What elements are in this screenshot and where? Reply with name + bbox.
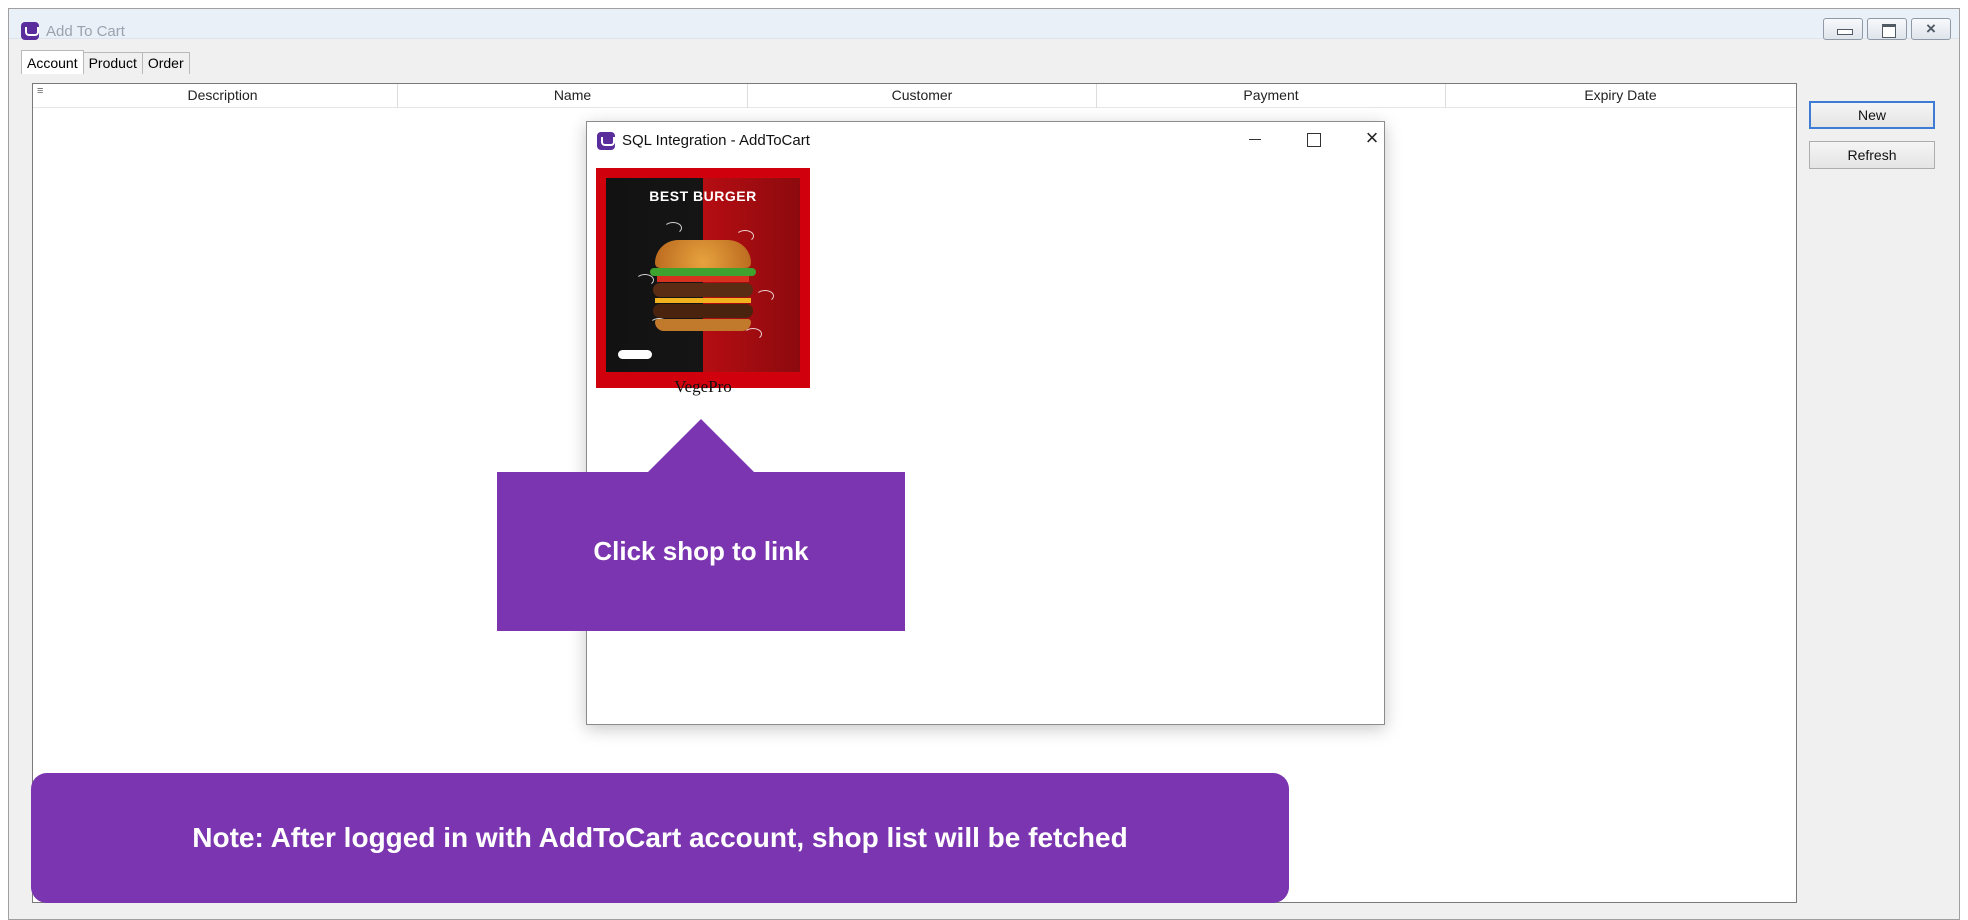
dialog-maximize-button[interactable] (1290, 126, 1336, 152)
grid-header: Description Name Customer Payment Expiry… (33, 84, 1796, 108)
minimize-button[interactable] (1823, 18, 1863, 40)
column-header-customer[interactable]: Customer (748, 84, 1097, 108)
shop-tile[interactable]: BEST BURGER (596, 168, 810, 388)
column-chooser-icon[interactable] (33, 84, 48, 108)
decor-arrow (636, 274, 654, 286)
window-controls: × (1823, 18, 1951, 40)
close-button[interactable]: × (1911, 18, 1951, 40)
top-strip (0, 0, 1968, 8)
callout-arrow (647, 419, 755, 473)
decor-arrow (756, 290, 774, 302)
callout-box: Click shop to link (497, 472, 905, 631)
tab-order[interactable]: Order (141, 52, 190, 74)
refresh-button[interactable]: Refresh (1809, 141, 1935, 169)
maximize-button[interactable] (1867, 18, 1907, 40)
window-title: Add To Cart (46, 23, 125, 40)
column-header-name[interactable]: Name (398, 84, 748, 108)
callout-text: Click shop to link (593, 536, 809, 566)
tab-product[interactable]: Product (82, 52, 143, 74)
shop-image[interactable]: BEST BURGER (606, 178, 800, 372)
column-header-expiry-date[interactable]: Expiry Date (1446, 84, 1795, 108)
column-header-description[interactable]: Description (48, 84, 398, 108)
burger-illustration (650, 240, 756, 331)
column-header-payment[interactable]: Payment (1097, 84, 1446, 108)
minimize-icon (1824, 19, 1862, 39)
decor-arrow (664, 222, 682, 234)
title-bar: Add To Cart × (9, 9, 1959, 40)
shop-now-pill (618, 350, 652, 359)
tab-strip: Account Product Order (21, 50, 190, 74)
dialog-title-bar: SQL Integration - AddToCart × (587, 122, 1384, 156)
note-banner: Note: After logged in with AddToCart acc… (31, 773, 1289, 903)
shop-image-title: BEST BURGER (649, 188, 757, 204)
close-icon: × (1926, 19, 1936, 38)
app-icon (21, 22, 39, 40)
tab-account[interactable]: Account (21, 50, 84, 74)
dialog-minimize-button[interactable] (1232, 126, 1278, 152)
dialog-close-button[interactable]: × (1349, 126, 1395, 152)
note-text: Note: After logged in with AddToCart acc… (192, 822, 1128, 853)
dialog-app-icon (597, 132, 615, 150)
maximize-icon (1868, 19, 1906, 39)
shop-name[interactable]: VegePro (596, 377, 810, 397)
dialog-title: SQL Integration - AddToCart (622, 132, 810, 149)
new-button[interactable]: New (1809, 101, 1935, 129)
